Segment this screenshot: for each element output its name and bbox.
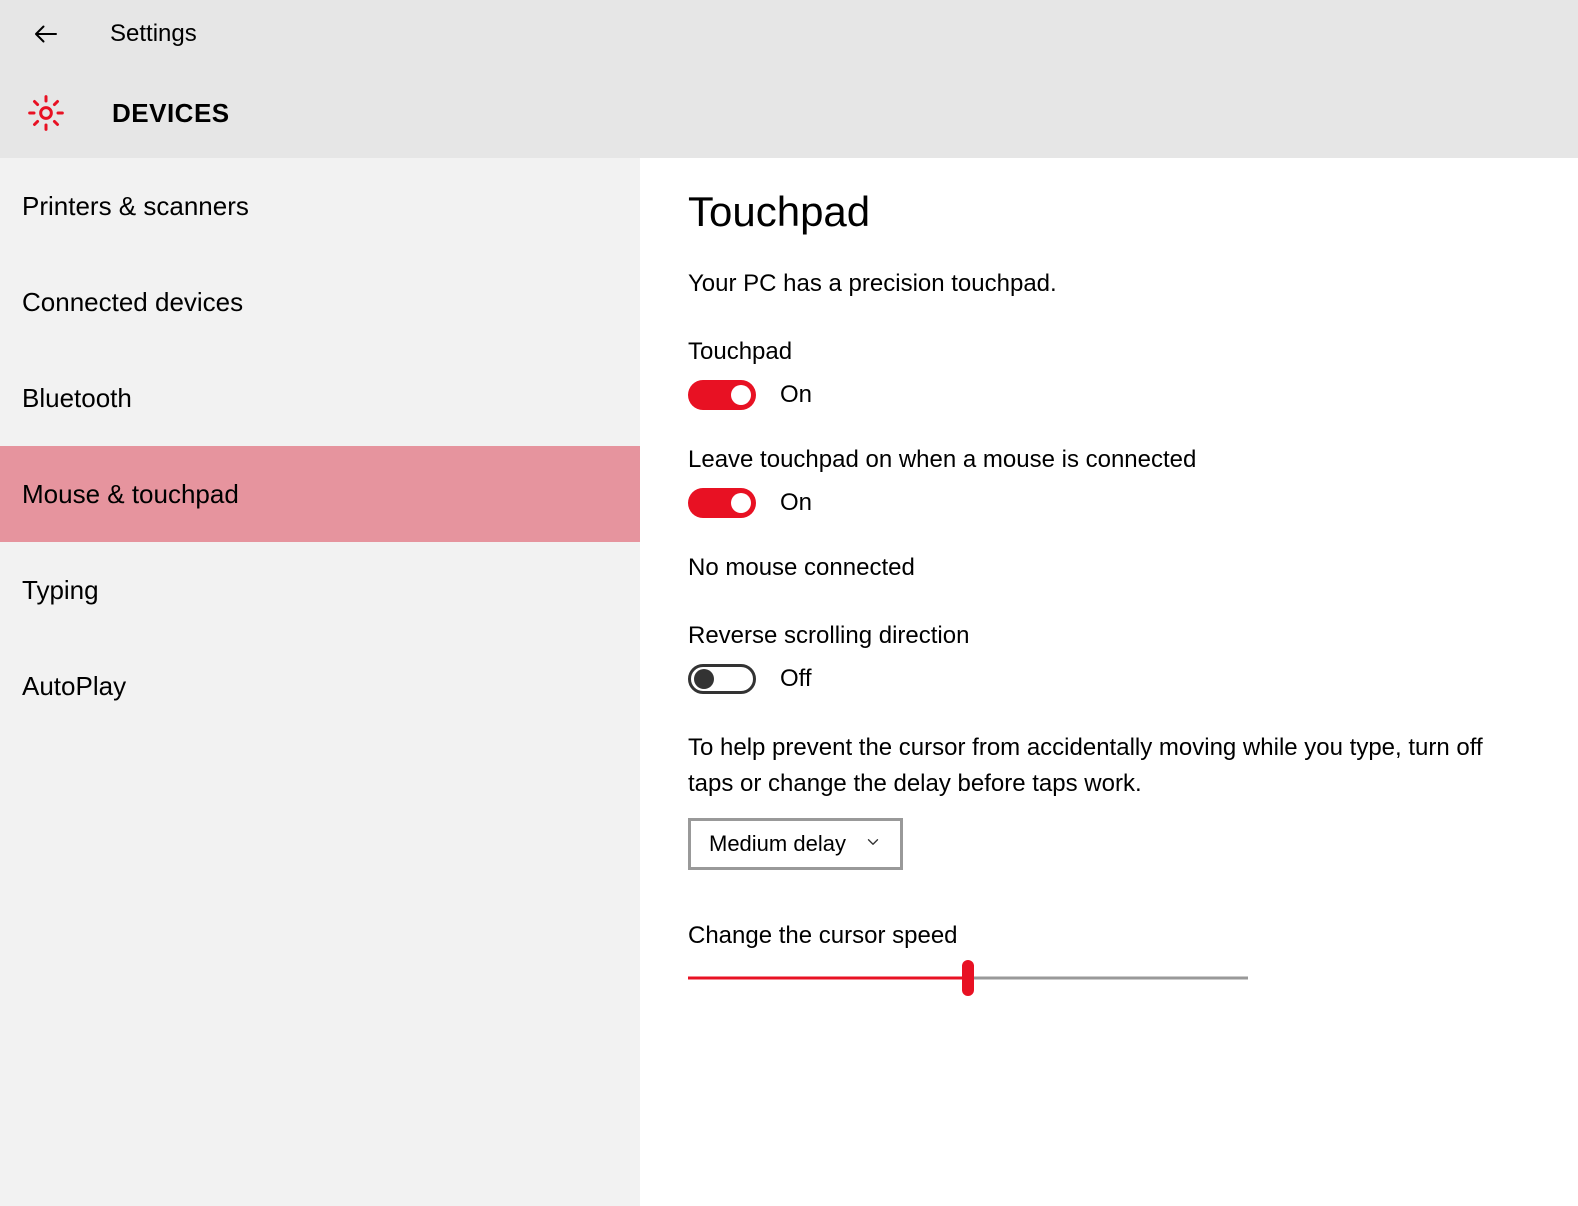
sidebar-item-label: Mouse & touchpad: [22, 479, 239, 510]
touchpad-toggle-label: Touchpad: [688, 338, 1530, 366]
reverse-scroll-toggle[interactable]: [688, 664, 756, 694]
leave-on-toggle[interactable]: [688, 488, 756, 518]
slider-thumb: [962, 960, 974, 996]
toggle-knob: [731, 385, 751, 405]
sidebar-item-label: Typing: [22, 575, 99, 606]
dropdown-value: Medium delay: [709, 831, 846, 857]
sidebar-item-label: Bluetooth: [22, 383, 132, 414]
cursor-speed-slider[interactable]: [688, 964, 1248, 992]
tap-delay-dropdown[interactable]: Medium delay: [688, 818, 903, 870]
sidebar: Printers & scanners Connected devices Bl…: [0, 158, 640, 1206]
mouse-status: No mouse connected: [688, 554, 1530, 582]
toggle-knob: [694, 669, 714, 689]
sidebar-item-label: Printers & scanners: [22, 191, 249, 222]
touchpad-toggle[interactable]: [688, 380, 756, 410]
page-title: Touchpad: [688, 188, 1530, 236]
main-pane: Touchpad Your PC has a precision touchpa…: [640, 158, 1578, 1206]
reverse-toggle-state: Off: [780, 665, 812, 693]
arrow-left-icon: [31, 19, 61, 49]
section-title: DEVICES: [112, 98, 230, 129]
app-title: Settings: [110, 20, 197, 48]
toggle-knob: [731, 493, 751, 513]
sidebar-item-autoplay[interactable]: AutoPlay: [0, 638, 640, 734]
touchpad-toggle-state: On: [780, 381, 812, 409]
sidebar-item-connected-devices[interactable]: Connected devices: [0, 254, 640, 350]
cursor-speed-label: Change the cursor speed: [688, 922, 1530, 950]
slider-track-filled: [688, 977, 968, 980]
back-button[interactable]: [22, 10, 70, 58]
gear-icon: [22, 89, 70, 137]
sidebar-item-mouse-touchpad[interactable]: Mouse & touchpad: [0, 446, 640, 542]
slider-track-empty: [968, 977, 1248, 980]
page-description: Your PC has a precision touchpad.: [688, 270, 1530, 298]
leave-on-toggle-label: Leave touchpad on when a mouse is connec…: [688, 446, 1530, 474]
section-header: DEVICES: [0, 68, 1578, 158]
sidebar-item-label: Connected devices: [22, 287, 243, 318]
sidebar-item-typing[interactable]: Typing: [0, 542, 640, 638]
sidebar-item-label: AutoPlay: [22, 671, 126, 702]
sidebar-item-printers[interactable]: Printers & scanners: [0, 158, 640, 254]
tap-delay-help: To help prevent the cursor from accident…: [688, 730, 1508, 802]
leave-on-toggle-state: On: [780, 489, 812, 517]
reverse-toggle-label: Reverse scrolling direction: [688, 622, 1530, 650]
sidebar-item-bluetooth[interactable]: Bluetooth: [0, 350, 640, 446]
chevron-down-icon: [864, 831, 882, 857]
header-bar: Settings: [0, 0, 1578, 68]
